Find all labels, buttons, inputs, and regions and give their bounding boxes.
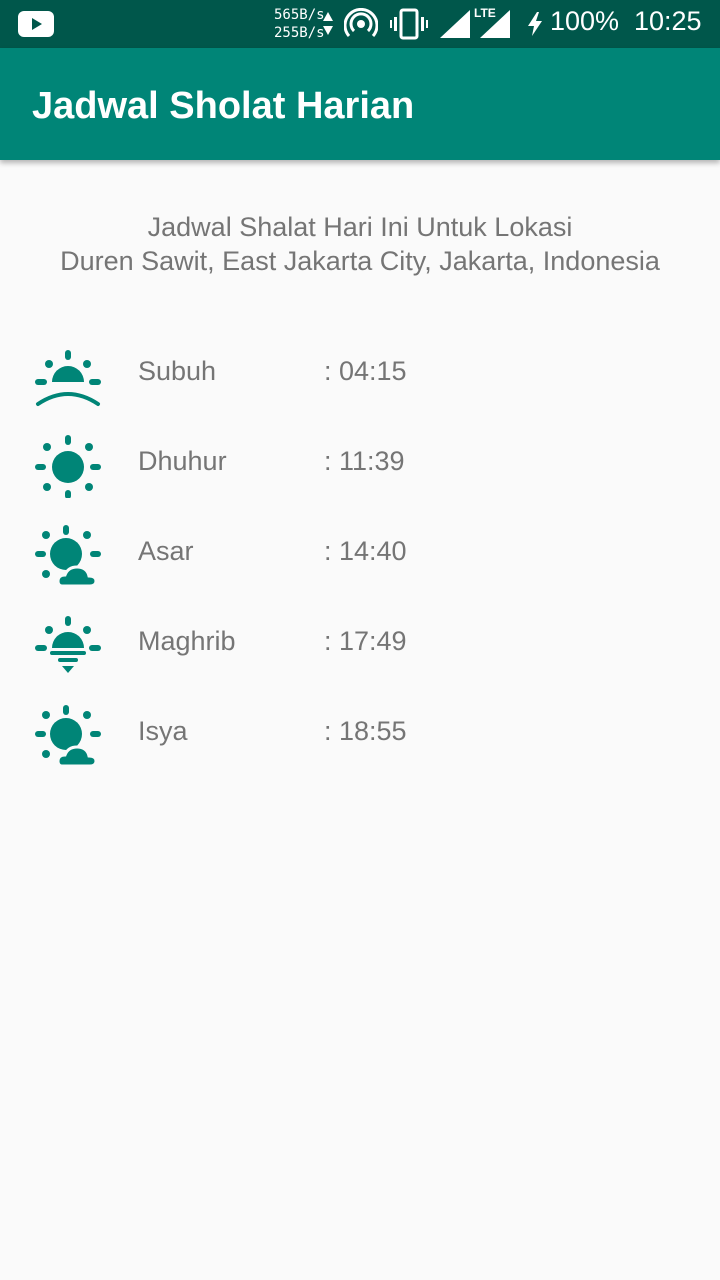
sunrise-icon bbox=[35, 350, 101, 406]
prayer-name: Isya bbox=[138, 716, 188, 746]
vibrate-icon bbox=[390, 8, 428, 40]
prayer-row-asar[interactable]: Asar : 14:40 bbox=[0, 514, 720, 594]
prayer-name: Asar bbox=[138, 536, 194, 566]
prayer-time: : 14:40 bbox=[324, 536, 407, 566]
status-bar: 565B/s 255B/s LTE 100% 10:25 bbox=[0, 0, 720, 48]
network-speed: 565B/s 255B/s bbox=[274, 6, 325, 42]
prayer-row-maghrib[interactable]: Maghrib : 17:49 bbox=[0, 604, 720, 684]
sun-icon bbox=[35, 435, 101, 498]
header-line1: Jadwal Shalat Hari Ini Untuk Lokasi bbox=[147, 212, 573, 242]
prayer-time: : 11:39 bbox=[324, 446, 405, 476]
clock: 10:25 bbox=[634, 6, 702, 36]
hotspot-icon bbox=[344, 8, 378, 37]
sun-cloud-icon bbox=[35, 705, 101, 768]
prayer-name: Maghrib bbox=[138, 626, 236, 656]
speed-down-text: 255B/s bbox=[274, 25, 325, 41]
signal-icon bbox=[440, 10, 470, 38]
prayer-name: Dhuhur bbox=[138, 446, 227, 476]
prayer-time: : 18:55 bbox=[324, 716, 407, 746]
sun-cloud-icon bbox=[35, 525, 101, 588]
lte-signal-icon bbox=[480, 10, 510, 38]
app-bar: Jadwal Sholat Harian bbox=[0, 48, 720, 160]
location-header: Jadwal Shalat Hari Ini Untuk Lokasi Dure… bbox=[0, 210, 720, 278]
battery-level: 100% bbox=[550, 6, 620, 36]
data-arrows-icon bbox=[323, 12, 333, 35]
prayer-row-dhuhur[interactable]: Dhuhur : 11:39 bbox=[0, 424, 720, 504]
prayer-time: : 04:15 bbox=[324, 356, 407, 386]
sunset-icon bbox=[35, 616, 101, 673]
location-name: Duren Sawit, East Jakarta City, Jakarta,… bbox=[60, 246, 660, 276]
speed-up-text: 565B/s bbox=[274, 7, 325, 23]
prayer-row-isya[interactable]: Isya : 18:55 bbox=[0, 694, 720, 774]
prayer-time: : 17:49 bbox=[324, 626, 407, 656]
youtube-icon bbox=[18, 11, 54, 37]
prayer-row-subuh[interactable]: Subuh : 04:15 bbox=[0, 334, 720, 414]
prayer-name: Subuh bbox=[138, 356, 217, 386]
charging-icon bbox=[528, 12, 542, 36]
app-title: Jadwal Sholat Harian bbox=[32, 85, 415, 127]
